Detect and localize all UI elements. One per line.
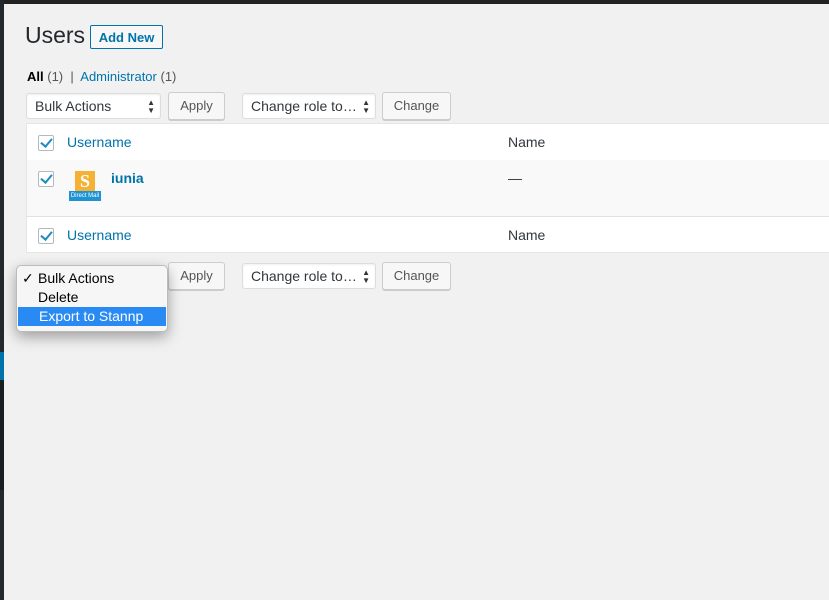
- select-all-checkbox-footer[interactable]: [38, 228, 54, 244]
- dropdown-option-delete[interactable]: Delete: [17, 288, 167, 307]
- table-footer: Username Name: [27, 216, 829, 253]
- change-role-button-bottom[interactable]: Change: [382, 262, 451, 290]
- apply-button-top[interactable]: Apply: [168, 92, 225, 120]
- dropdown-option-label: Export to Stannp: [39, 308, 144, 324]
- filter-administrator[interactable]: Administrator: [80, 69, 157, 84]
- table-row: S Direct Mail iunia —: [27, 160, 829, 216]
- change-role-button-top[interactable]: Change: [382, 92, 451, 120]
- change-role-select-bottom-value: Change role to…: [251, 268, 357, 284]
- select-arrows-icon: ▲ ▼: [362, 98, 370, 115]
- select-arrows-icon: ▲ ▼: [147, 98, 155, 115]
- column-username-footer[interactable]: Username: [67, 227, 132, 243]
- row-username-link[interactable]: iunia: [111, 170, 144, 186]
- filter-all-count: (1): [47, 69, 64, 84]
- filter-administrator-count: (1): [160, 69, 177, 84]
- select-arrows-icon: ▲ ▼: [362, 268, 370, 285]
- role-filter-links: All (1) | Administrator (1): [27, 69, 176, 84]
- change-role-select-top-value: Change role to…: [251, 98, 357, 114]
- column-name-footer[interactable]: Name: [508, 227, 545, 243]
- bulk-actions-select-top[interactable]: Bulk Actions ▲ ▼: [26, 93, 161, 119]
- bulk-actions-dropdown-menu: ✓ Bulk Actions Delete Export to Stannp: [16, 265, 168, 332]
- bulk-actions-select-top-value: Bulk Actions: [35, 98, 112, 114]
- row-name-value: —: [508, 170, 522, 186]
- filter-all[interactable]: All: [27, 69, 44, 84]
- column-name-header[interactable]: Name: [508, 134, 545, 150]
- page-title: Users: [25, 22, 86, 48]
- dropdown-option-label: Bulk Actions: [38, 270, 115, 286]
- select-all-checkbox-header[interactable]: [38, 135, 54, 151]
- change-role-select-bottom[interactable]: Change role to… ▲ ▼: [242, 263, 376, 289]
- apply-button-bottom[interactable]: Apply: [168, 262, 225, 290]
- users-table: Username Name S Direct Mail iunia — User…: [26, 123, 829, 253]
- table-header: Username Name: [27, 124, 829, 161]
- filter-separator: |: [70, 69, 74, 84]
- dropdown-option-label: Delete: [38, 289, 79, 305]
- avatar-caption: Direct Mail: [69, 191, 101, 201]
- dropdown-option-export-to-stannp[interactable]: Export to Stannp: [18, 307, 166, 326]
- row-checkbox[interactable]: [38, 171, 54, 187]
- checkmark-icon: ✓: [22, 270, 34, 286]
- avatar: S Direct Mail: [69, 171, 101, 203]
- avatar-logo-letter: S: [75, 171, 95, 191]
- main-content: Users Add New All (1) | Administrator (1…: [4, 4, 829, 600]
- change-role-select-top[interactable]: Change role to… ▲ ▼: [242, 93, 376, 119]
- add-new-button[interactable]: Add New: [90, 25, 163, 49]
- column-username-header[interactable]: Username: [67, 134, 132, 150]
- users-page: Users Add New All (1) | Administrator (1…: [0, 0, 829, 600]
- dropdown-option-bulk-actions[interactable]: ✓ Bulk Actions: [17, 269, 167, 288]
